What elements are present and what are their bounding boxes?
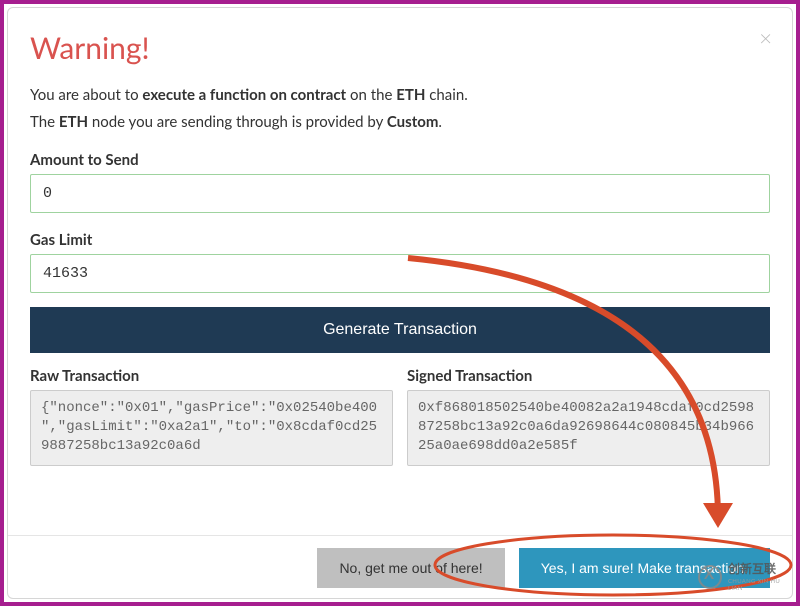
generate-transaction-button[interactable]: Generate Transaction: [30, 307, 770, 353]
close-icon[interactable]: ×: [759, 24, 772, 51]
text-bold: execute a function on contract: [142, 86, 346, 104]
warning-title: Warning!: [30, 30, 770, 66]
raw-transaction-label: Raw Transaction: [30, 367, 393, 385]
text: .: [438, 113, 442, 131]
amount-input[interactable]: [30, 174, 770, 213]
raw-transaction-textarea[interactable]: {"nonce":"0x01","gasPrice":"0x02540be400…: [30, 390, 393, 466]
signed-transaction-label: Signed Transaction: [407, 367, 770, 385]
warning-line-2: The ETH node you are sending through is …: [30, 111, 770, 134]
watermark-logo: X 创新互联 CHUANG XIN HU LIAN: [696, 562, 786, 592]
text-bold: Custom: [387, 113, 439, 131]
text: node you are sending through is provided…: [88, 113, 387, 131]
cancel-button[interactable]: No, get me out of here!: [317, 548, 504, 588]
gas-limit-label: Gas Limit: [30, 231, 770, 249]
watermark-subtext: CHUANG XIN HU LIAN: [728, 578, 786, 592]
watermark-text: 创新互联: [728, 563, 776, 575]
signed-transaction-textarea[interactable]: 0xf868018502540be40082a2a1948cdaf0cd2598…: [407, 390, 770, 466]
gas-limit-input[interactable]: [30, 254, 770, 293]
text: on the: [346, 86, 396, 104]
amount-label: Amount to Send: [30, 151, 770, 169]
text-bold: ETH: [59, 113, 88, 131]
text: The: [30, 113, 59, 131]
warning-line-1: You are about to execute a function on c…: [30, 84, 770, 107]
text-bold: ETH: [396, 86, 425, 104]
text: You are about to: [30, 86, 142, 104]
text: chain.: [425, 86, 467, 104]
